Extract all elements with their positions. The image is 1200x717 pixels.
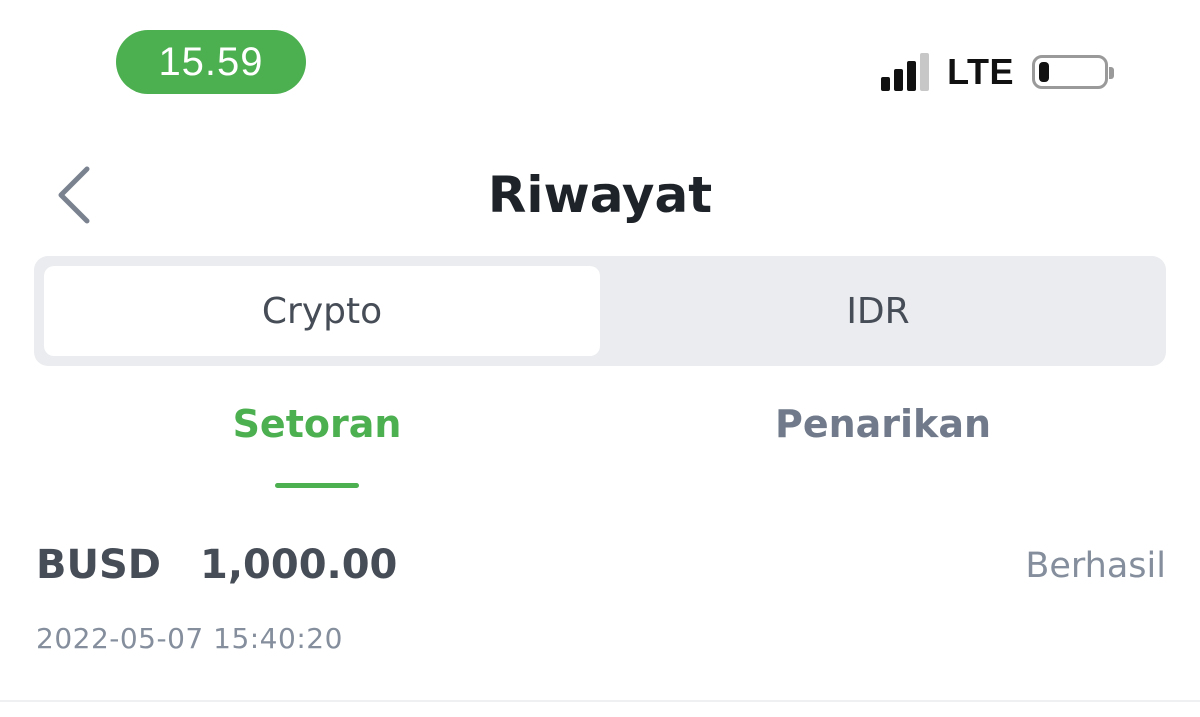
signal-strength-icon xyxy=(881,53,930,91)
segment-idr-label: IDR xyxy=(846,290,910,332)
battery-level xyxy=(1039,62,1049,82)
tab-penarikan-label: Penarikan xyxy=(774,402,992,446)
transaction-amount: 1,000.00 xyxy=(200,542,398,588)
status-indicators: LTE xyxy=(881,50,1114,94)
list-divider xyxy=(0,700,1200,702)
network-type: LTE xyxy=(947,51,1014,92)
active-tab-indicator xyxy=(275,483,359,488)
chevron-left-icon xyxy=(58,166,90,224)
status-time: 15.59 xyxy=(116,30,306,94)
currency-segmented-control: Crypto IDR xyxy=(34,256,1166,366)
battery-cap xyxy=(1109,67,1114,79)
tab-setoran[interactable]: Setoran xyxy=(34,390,600,490)
segment-idr[interactable]: IDR xyxy=(600,266,1156,356)
segment-crypto-label: Crypto xyxy=(261,290,383,332)
signal-bar xyxy=(907,61,917,91)
battery-icon xyxy=(1032,55,1114,89)
back-button[interactable] xyxy=(40,160,110,230)
segment-crypto[interactable]: Crypto xyxy=(44,266,600,356)
tab-penarikan[interactable]: Penarikan xyxy=(600,390,1166,490)
page-title: Riwayat xyxy=(487,166,713,224)
header: Riwayat xyxy=(0,150,1200,240)
transaction-status: Berhasil xyxy=(1025,546,1166,586)
signal-bar xyxy=(920,53,930,91)
status-bar: 15.59 LTE xyxy=(0,0,1200,120)
transaction-coin: BUSD xyxy=(36,542,161,588)
transaction-datetime: 2022-05-07 15:40:20 xyxy=(36,622,343,655)
transaction-row[interactable]: BUSD 1,000.00 Berhasil 2022-05-07 15:40:… xyxy=(0,520,1200,700)
tab-setoran-label: Setoran xyxy=(232,402,402,446)
status-time-text: 15.59 xyxy=(158,39,264,84)
signal-bar xyxy=(894,69,904,91)
transaction-type-tabs: Setoran Penarikan xyxy=(34,390,1166,490)
signal-bar xyxy=(881,77,891,91)
